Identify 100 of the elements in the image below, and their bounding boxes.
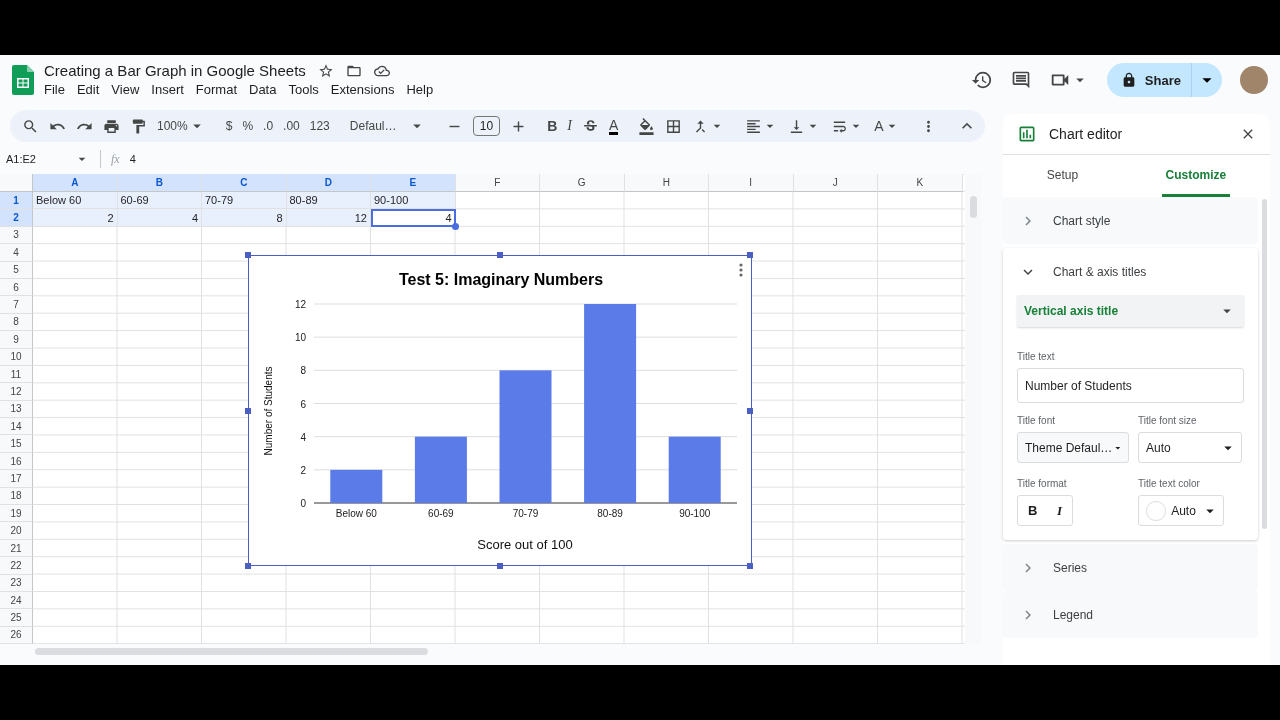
- row-header[interactable]: 4: [0, 244, 33, 262]
- row-header[interactable]: 2: [0, 209, 33, 227]
- row-header[interactable]: 22: [0, 557, 33, 575]
- tab[interactable]: Setup: [1042, 155, 1083, 197]
- row-header[interactable]: 12: [0, 383, 33, 401]
- menu-item[interactable]: Tools: [282, 81, 325, 98]
- table-cell[interactable]: 90-100: [371, 192, 456, 210]
- menu-item[interactable]: Insert: [145, 81, 190, 98]
- menu-item[interactable]: Data: [243, 81, 283, 98]
- table-cell[interactable]: 80-89: [286, 192, 371, 210]
- scrollbar-thumb[interactable]: [35, 647, 428, 655]
- font-dropdown[interactable]: Theme Defaul…: [1017, 432, 1129, 463]
- section-header[interactable]: Chart style: [1053, 213, 1111, 228]
- percent-format[interactable]: %: [242, 119, 254, 133]
- resize-handle[interactable]: [245, 252, 251, 258]
- table-cell[interactable]: 60-69: [117, 192, 202, 210]
- axis-title-select[interactable]: Vertical axis title: [1017, 295, 1244, 327]
- font-select[interactable]: Defaul…: [349, 119, 408, 133]
- text-rotation-button[interactable]: A: [874, 118, 884, 134]
- bold-button[interactable]: B: [1027, 503, 1038, 518]
- resize-handle[interactable]: [245, 563, 251, 569]
- currency-format[interactable]: $: [225, 119, 233, 133]
- column-header[interactable]: D: [286, 174, 371, 192]
- table-cell[interactable]: 2: [33, 209, 118, 227]
- row-header[interactable]: 15: [0, 435, 33, 453]
- section-header[interactable]: Series: [1053, 560, 1087, 575]
- column-header[interactable]: I: [709, 174, 794, 192]
- menu-item[interactable]: Extensions: [324, 81, 401, 98]
- scrollbar-thumb[interactable]: [1262, 199, 1267, 529]
- row-header[interactable]: 17: [0, 470, 33, 488]
- decrease-decimal[interactable]: .0: [263, 119, 274, 133]
- table-cell[interactable]: 12: [286, 209, 371, 227]
- zoom-select[interactable]: 100%: [157, 119, 188, 133]
- star-icon[interactable]: [317, 62, 334, 79]
- fill-color-icon[interactable]: [638, 117, 656, 135]
- font-size-dropdown[interactable]: Auto: [1138, 432, 1242, 463]
- document-title[interactable]: Creating a Bar Graph in Google Sheets: [44, 62, 306, 79]
- axis-tick-label: 8: [300, 365, 306, 377]
- row-header[interactable]: 20: [0, 522, 33, 540]
- column-header[interactable]: F: [455, 174, 540, 192]
- italic-button[interactable]: I: [567, 118, 572, 134]
- bold-button[interactable]: B: [547, 118, 558, 134]
- column-header[interactable]: E: [371, 174, 456, 192]
- chart-frame[interactable]: Test 5: Imaginary Numbers 0 2 4 6 8 10 12 Below 60 60-69 70-79 80-89 90-100 Score out of 100 Number of Students: [248, 255, 752, 566]
- resize-handle[interactable]: [497, 563, 503, 569]
- italic-button[interactable]: I: [1057, 502, 1063, 519]
- color-dropdown[interactable]: Auto: [1138, 495, 1224, 526]
- print-icon[interactable]: [103, 117, 120, 135]
- row-header[interactable]: 14: [0, 418, 33, 436]
- table-cell[interactable]: 4: [117, 209, 202, 227]
- name-box[interactable]: A1:E2: [6, 153, 64, 165]
- history-icon[interactable]: [970, 69, 993, 91]
- category-label: 90-100: [679, 508, 711, 519]
- font-size-field[interactable]: 10: [472, 116, 501, 136]
- resize-handle[interactable]: [747, 563, 753, 569]
- table-cell[interactable]: 8: [202, 209, 287, 227]
- resize-handle[interactable]: [245, 408, 251, 414]
- comment-icon[interactable]: [1010, 70, 1031, 90]
- row-header[interactable]: 7: [0, 296, 33, 314]
- column-header[interactable]: G: [540, 174, 625, 192]
- menu-item[interactable]: File: [38, 81, 71, 98]
- text-color-button[interactable]: A: [608, 117, 619, 135]
- menu-item[interactable]: Help: [400, 81, 440, 98]
- resize-handle[interactable]: [747, 408, 753, 414]
- column-header[interactable]: C: [202, 174, 287, 192]
- column-header[interactable]: A: [33, 174, 118, 192]
- section-header[interactable]: Chart & axis titles: [1053, 264, 1147, 279]
- table-cell[interactable]: Below 60: [33, 192, 118, 210]
- category-label: 60-69: [428, 508, 454, 519]
- table-cell[interactable]: 4: [371, 209, 456, 227]
- function-label: fx: [111, 151, 120, 167]
- paint-roller-icon[interactable]: [130, 117, 147, 135]
- scrollbar-thumb[interactable]: [970, 196, 977, 218]
- row-header[interactable]: 9: [0, 331, 33, 349]
- row-header[interactable]: 1: [0, 192, 33, 210]
- column-header[interactable]: J: [793, 174, 878, 192]
- title-text-field[interactable]: Number of Students: [1017, 368, 1244, 403]
- dropdown-value: Theme Defaul…: [1025, 440, 1113, 455]
- resize-handle[interactable]: [497, 252, 503, 258]
- search-icon[interactable]: [22, 117, 39, 135]
- resize-handle[interactable]: [747, 252, 753, 258]
- column-header[interactable]: H: [624, 174, 709, 192]
- column-header[interactable]: B: [117, 174, 202, 192]
- fill-handle[interactable]: [451, 222, 459, 230]
- section-header[interactable]: Legend: [1053, 607, 1094, 622]
- axis-tick-label: 2: [300, 464, 306, 476]
- column-header[interactable]: K: [878, 174, 963, 192]
- row-header[interactable]: 25: [0, 609, 33, 627]
- menu-item[interactable]: Edit: [70, 81, 106, 98]
- formula-field[interactable]: 4: [129, 153, 136, 165]
- avatar[interactable]: [1240, 66, 1268, 94]
- menu-item[interactable]: View: [105, 81, 146, 98]
- increase-decimal[interactable]: .00: [283, 119, 300, 133]
- number-format[interactable]: 123: [309, 119, 330, 133]
- row-header[interactable]: 19: [0, 505, 33, 523]
- more-options-icon[interactable]: [739, 263, 743, 277]
- table-cell[interactable]: 70-79: [202, 192, 287, 210]
- menu-item[interactable]: Format: [189, 81, 243, 98]
- align-icon[interactable]: [745, 117, 763, 135]
- borders-icon[interactable]: [665, 117, 683, 135]
